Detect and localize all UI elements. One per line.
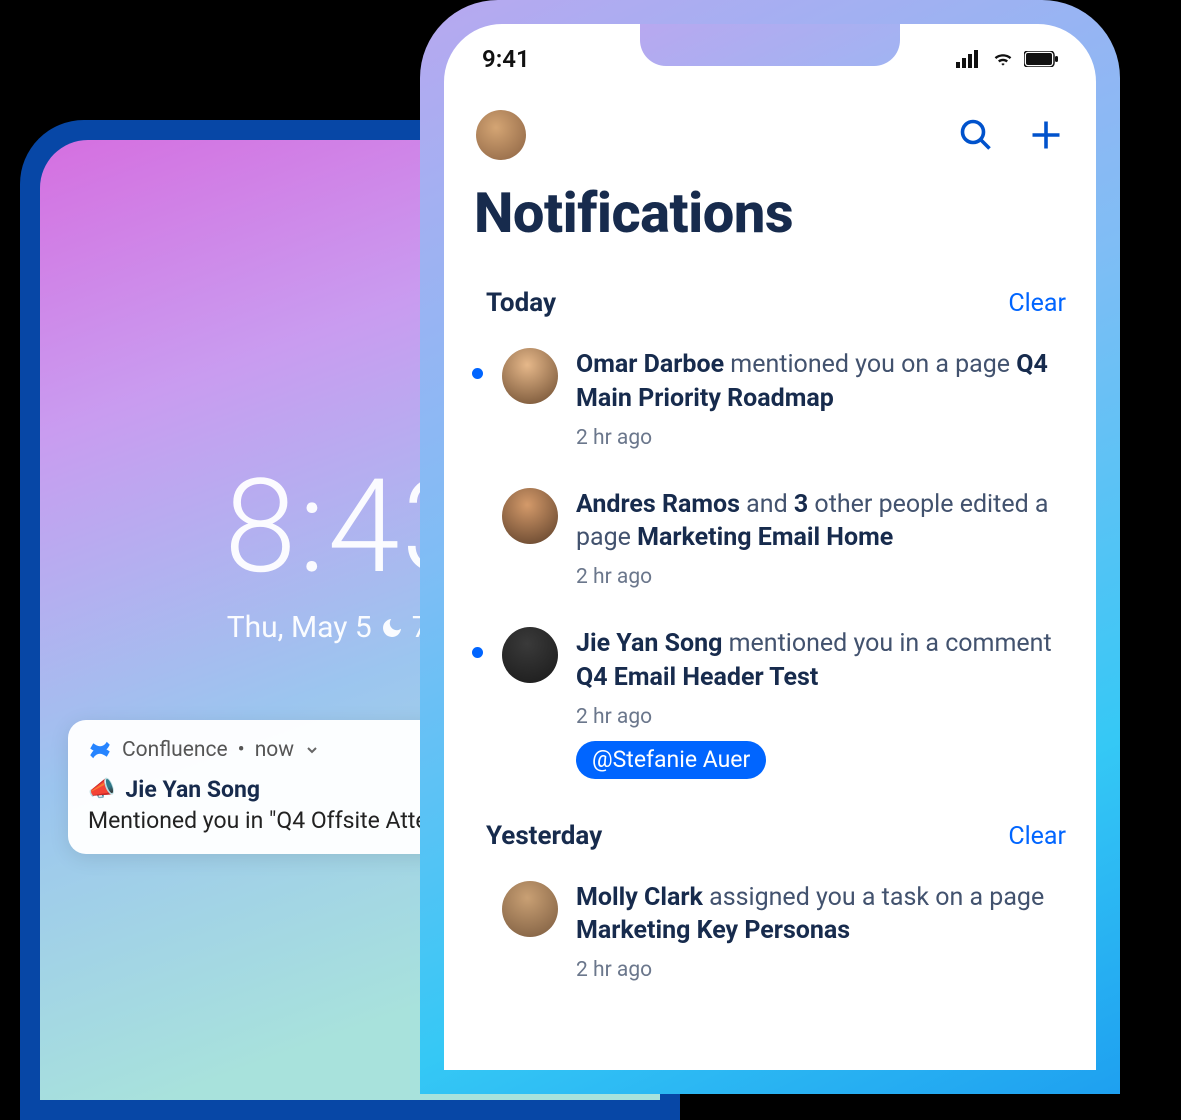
search-icon[interactable] — [958, 117, 994, 153]
lockscreen-notif-app: Confluence — [122, 738, 228, 762]
page-title: Notifications — [470, 174, 1070, 282]
avatar — [502, 881, 558, 937]
notification-time: 2 hr ago — [576, 705, 1070, 729]
notification-item[interactable]: Molly Clark assigned you a task on a pag… — [470, 861, 1070, 1001]
notification-text: Molly Clark assigned you a task on a pag… — [576, 881, 1070, 949]
notification-item[interactable]: Andres Ramos and 3 other people edited a… — [470, 468, 1070, 608]
section-header-today: Today Clear — [470, 282, 1070, 328]
profile-avatar[interactable] — [476, 110, 526, 160]
mention-chip[interactable]: @Stefanie Auer — [576, 741, 766, 779]
notification-time: 2 hr ago — [576, 958, 1070, 982]
section-title: Today — [486, 288, 556, 318]
lockscreen-date: Thu, May 5 — [227, 610, 372, 645]
notification-text: Jie Yan Song mentioned you in a comment … — [576, 627, 1070, 695]
lockscreen-notif-when: now — [255, 738, 294, 762]
cellular-icon — [956, 50, 982, 68]
clear-button[interactable]: Clear — [1008, 289, 1066, 318]
notification-text: Andres Ramos and 3 other people edited a… — [576, 488, 1070, 556]
notification-time: 2 hr ago — [576, 565, 1070, 589]
moon-icon — [380, 616, 404, 640]
add-icon[interactable] — [1028, 117, 1064, 153]
status-time: 9:41 — [482, 45, 530, 73]
app-header — [470, 80, 1070, 174]
wifi-icon — [990, 49, 1016, 69]
chevron-down-icon[interactable] — [304, 742, 320, 758]
clear-button[interactable]: Clear — [1008, 822, 1066, 851]
section-header-yesterday: Yesterday Clear — [470, 815, 1070, 861]
section-title: Yesterday — [486, 821, 602, 851]
confluence-icon — [88, 738, 112, 762]
app-screen: 9:41 Notifications Today Clear — [444, 24, 1096, 1070]
unread-dot — [472, 368, 483, 379]
app-phone: 9:41 Notifications Today Clear — [420, 0, 1120, 1094]
megaphone-icon: 📣 — [88, 777, 115, 802]
notification-text: Omar Darboe mentioned you on a page Q4 M… — [576, 348, 1070, 416]
notification-time: 2 hr ago — [576, 426, 1070, 450]
avatar — [502, 627, 558, 683]
avatar — [502, 488, 558, 544]
unread-dot — [472, 647, 483, 658]
notification-item[interactable]: Omar Darboe mentioned you on a page Q4 M… — [470, 328, 1070, 468]
notification-item[interactable]: Jie Yan Song mentioned you in a comment … — [470, 607, 1070, 797]
avatar — [502, 348, 558, 404]
battery-icon — [1024, 51, 1058, 67]
phone-notch — [640, 24, 900, 66]
lockscreen-notif-sender: Jie Yan Song — [125, 776, 260, 803]
